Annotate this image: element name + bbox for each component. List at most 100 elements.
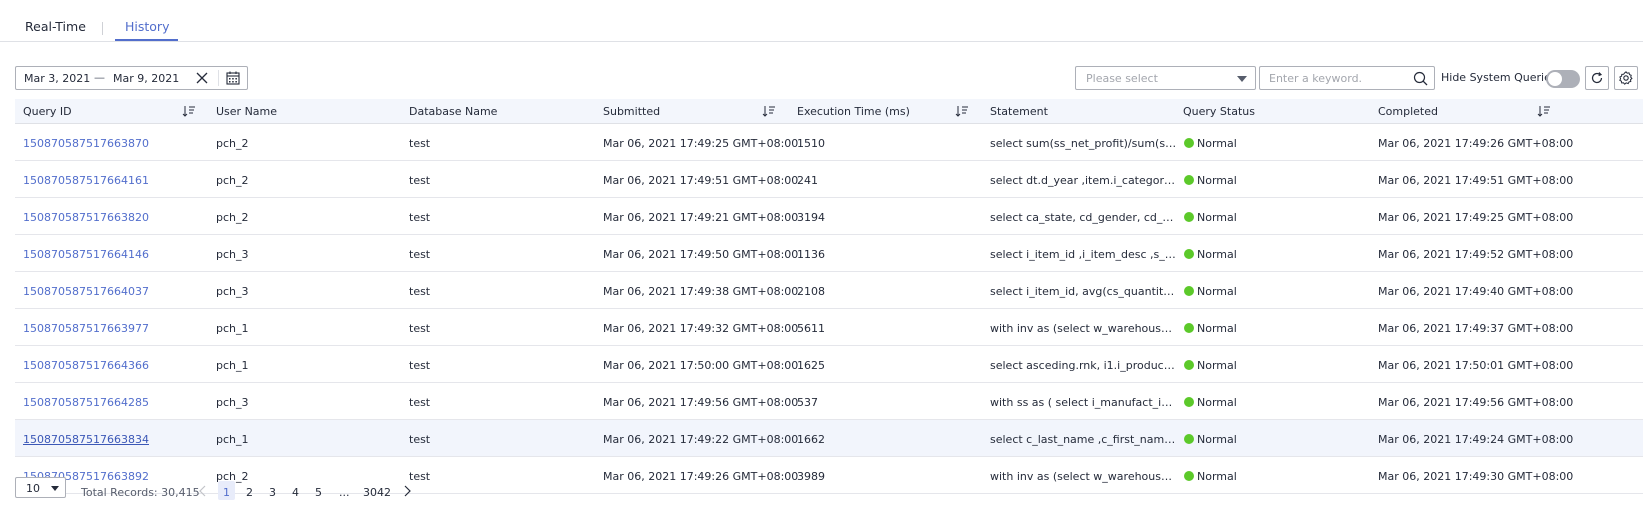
database-name: test (409, 285, 431, 298)
tab-real-time[interactable]: Real-Time (25, 19, 86, 34)
tab-history[interactable]: History (125, 19, 169, 34)
search-input[interactable] (1261, 68, 1401, 88)
refresh-button[interactable] (1585, 66, 1609, 90)
query-id-link[interactable]: 150870587517664146 (23, 248, 149, 261)
col-header-query-status: Query Status (1183, 105, 1255, 118)
table-row[interactable]: 150870587517664366 pch_1 test Mar 06, 20… (15, 346, 1643, 383)
table-row[interactable]: 150870587517664285 pch_3 test Mar 06, 20… (15, 383, 1643, 420)
execution-time: 241 (797, 174, 818, 187)
hide-system-queries-toggle[interactable] (1546, 70, 1580, 88)
page-ellipsis[interactable]: ... (339, 486, 350, 499)
calendar-icon[interactable] (225, 70, 241, 86)
query-id-link[interactable]: 150870587517663977 (23, 322, 149, 335)
date-end[interactable]: Mar 9, 2021 (113, 72, 179, 85)
execution-time: 2108 (797, 285, 825, 298)
query-id-link[interactable]: 150870587517664161 (23, 174, 149, 187)
database-name: test (409, 137, 431, 150)
page-4[interactable]: 4 (292, 486, 299, 499)
execution-time: 1625 (797, 359, 825, 372)
status-text: Normal (1197, 211, 1237, 224)
page-3[interactable]: 3 (269, 486, 276, 499)
chevron-down-icon[interactable] (51, 486, 59, 491)
status-text: Normal (1197, 137, 1237, 150)
status-text: Normal (1197, 322, 1237, 335)
submitted-time: Mar 06, 2021 17:49:26 GMT+08:00 (603, 470, 799, 483)
table-row[interactable]: 150870587517664146 pch_3 test Mar 06, 20… (15, 235, 1643, 272)
page-1[interactable]: 1 (223, 486, 230, 499)
page-3042[interactable]: 3042 (363, 486, 391, 499)
sort-icon[interactable] (1537, 104, 1551, 118)
page-5[interactable]: 5 (315, 486, 322, 499)
submitted-time: Mar 06, 2021 17:49:32 GMT+08:00 (603, 322, 799, 335)
statement: with inv as (select w_warehouse_na... (990, 470, 1178, 483)
status-dot-icon (1184, 212, 1194, 222)
completed-time: Mar 06, 2021 17:49:26 GMT+08:00 (1378, 137, 1574, 150)
query-id-link[interactable]: 150870587517664037 (23, 285, 149, 298)
select-placeholder: Please select (1086, 72, 1158, 85)
query-id-link[interactable]: 150870587517664285 (23, 396, 149, 409)
statement: select ca_state, cd_gender, cd_marit... (990, 211, 1178, 224)
completed-time: Mar 06, 2021 17:49:37 GMT+08:00 (1378, 322, 1574, 335)
completed-time: Mar 06, 2021 17:49:30 GMT+08:00 (1378, 470, 1574, 483)
user-name: pch_1 (216, 433, 249, 446)
page-size-value: 10 (26, 482, 40, 495)
date-range-picker[interactable]: Mar 3, 2021 — Mar 9, 2021 (15, 66, 248, 90)
status-text: Normal (1197, 174, 1237, 187)
close-icon[interactable] (194, 69, 210, 87)
sort-icon[interactable] (762, 104, 776, 118)
table-row[interactable]: 150870587517664161 pch_2 test Mar 06, 20… (15, 161, 1643, 198)
page-size-select[interactable]: 10 (15, 477, 66, 498)
query-id-link[interactable]: 150870587517663834 (23, 433, 149, 446)
query-id-link[interactable]: 150870587517663870 (23, 137, 149, 150)
execution-time: 3989 (797, 470, 825, 483)
status-dot-icon (1184, 323, 1194, 333)
hide-system-queries-label: Hide System Queries (1441, 71, 1557, 84)
table-row[interactable]: 150870587517663870 pch_2 test Mar 06, 20… (15, 124, 1643, 161)
filter-select[interactable]: Please select (1075, 66, 1256, 90)
refresh-icon (1591, 72, 1603, 84)
submitted-time: Mar 06, 2021 17:49:22 GMT+08:00 (603, 433, 799, 446)
user-name: pch_1 (216, 359, 249, 372)
table-row[interactable]: 150870587517663977 pch_1 test Mar 06, 20… (15, 309, 1643, 346)
submitted-time: Mar 06, 2021 17:49:38 GMT+08:00 (603, 285, 799, 298)
total-records: Total Records: 30,415 (81, 486, 200, 499)
search-box[interactable] (1259, 66, 1435, 90)
user-name: pch_1 (216, 322, 249, 335)
picker-divider (218, 70, 219, 86)
status-text: Normal (1197, 433, 1237, 446)
query-id-link[interactable]: 150870587517663820 (23, 211, 149, 224)
user-name: pch_2 (216, 174, 249, 187)
table-row[interactable]: 150870587517663820 pch_2 test Mar 06, 20… (15, 198, 1643, 235)
status-dot-icon (1184, 175, 1194, 185)
database-name: test (409, 359, 431, 372)
status-text: Normal (1197, 248, 1237, 261)
status-dot-icon (1184, 434, 1194, 444)
settings-button[interactable] (1614, 66, 1638, 90)
status-dot-icon (1184, 286, 1194, 296)
status-text: Normal (1197, 396, 1237, 409)
execution-time: 537 (797, 396, 818, 409)
sort-icon[interactable] (955, 104, 969, 118)
table-row[interactable]: 150870587517663834 pch_1 test Mar 06, 20… (15, 420, 1643, 457)
search-icon[interactable] (1413, 71, 1428, 86)
database-name: test (409, 248, 431, 261)
completed-time: Mar 06, 2021 17:49:24 GMT+08:00 (1378, 433, 1574, 446)
chevron-right-icon[interactable] (401, 484, 413, 498)
col-header-database-name: Database Name (409, 105, 498, 118)
execution-time: 1510 (797, 137, 825, 150)
chevron-left-icon[interactable] (197, 484, 209, 498)
database-name: test (409, 470, 431, 483)
query-id-link[interactable]: 150870587517664366 (23, 359, 149, 372)
col-header-statement: Statement (990, 105, 1048, 118)
sort-icon[interactable] (182, 104, 196, 118)
submitted-time: Mar 06, 2021 17:49:25 GMT+08:00 (603, 137, 799, 150)
database-name: test (409, 211, 431, 224)
date-start[interactable]: Mar 3, 2021 (24, 72, 90, 85)
table-row[interactable]: 150870587517664037 pch_3 test Mar 06, 20… (15, 272, 1643, 309)
status-dot-icon (1184, 249, 1194, 259)
database-name: test (409, 174, 431, 187)
table-row[interactable]: 150870587517663892 pch_2 test Mar 06, 20… (15, 457, 1643, 494)
page-2[interactable]: 2 (246, 486, 253, 499)
status-dot-icon (1184, 360, 1194, 370)
chevron-down-icon[interactable] (1237, 76, 1247, 82)
